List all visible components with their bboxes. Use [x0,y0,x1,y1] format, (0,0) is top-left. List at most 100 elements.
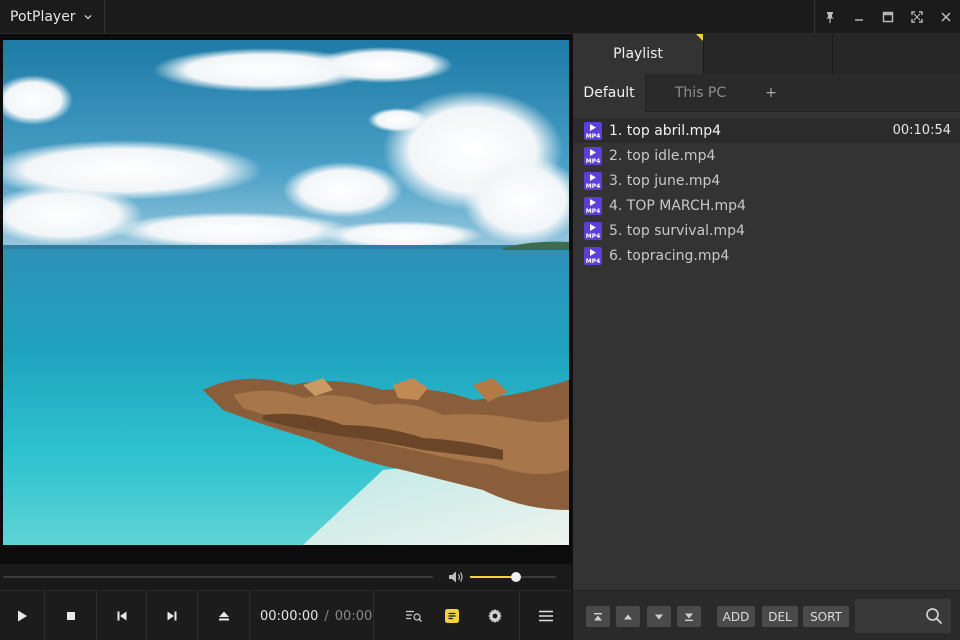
seek-bar[interactable] [3,576,433,578]
time-separator: / [324,608,329,624]
playlist-item-title: 2. top idle.mp4 [609,147,716,164]
playlist-list: MP4 1. top abril.mp4 00:10:54 MP4 2. top idl… [573,118,960,268]
window-controls [814,0,960,34]
control-bar: 00:00:00 / 00:00: [0,590,572,640]
chevron-down-icon [84,15,92,20]
add-button-label: ADD [722,609,750,624]
playlist-item-title: 5. top survival.mp4 [609,222,745,239]
total-time: 00:00: [334,608,374,624]
seek-row [0,564,572,590]
gear-icon [487,609,502,623]
svg-text:MP4: MP4 [586,208,601,215]
playlist-item[interactable]: MP4 1. top abril.mp4 00:10:54 [573,118,960,143]
playlist-item[interactable]: MP4 2. top idle.mp4 [573,143,960,168]
mp4-file-icon: MP4 [584,171,602,190]
arrow-down-icon [655,614,663,619]
tab-2[interactable] [703,34,832,74]
volume-icon[interactable] [448,570,464,584]
hamburger-menu-icon [539,610,553,622]
minimize-button[interactable] [844,0,873,34]
move-up-button[interactable] [616,606,640,627]
subtab-default-label: Default [583,85,635,101]
playlist-icon [445,609,459,623]
sort-button[interactable]: SORT [803,606,849,627]
move-to-bottom-button[interactable] [677,606,701,627]
pin-button[interactable] [815,0,844,34]
volume-slider-fill [470,576,516,578]
maximize-icon [882,11,893,23]
skip-next-icon [167,611,177,621]
svg-text:MP4: MP4 [586,133,601,140]
tab-playlist[interactable]: Playlist [573,34,703,74]
play-button[interactable] [0,591,45,640]
move-down-button[interactable] [647,606,671,627]
fullscreen-button[interactable] [902,0,931,34]
close-button[interactable] [931,0,960,34]
tab-3[interactable] [832,34,960,74]
move-to-top-button[interactable] [586,606,610,627]
pin-icon [825,12,834,23]
playlist-item[interactable]: MP4 4. TOP MARCH.mp4 [573,193,960,218]
playlist-item-title: 3. top june.mp4 [609,172,721,189]
playlist-item[interactable]: MP4 5. top survival.mp4 [573,218,960,243]
volume-slider[interactable] [470,572,556,582]
video-area[interactable] [0,34,572,564]
stop-button[interactable] [45,591,97,640]
playlist-item-title: 6. topracing.mp4 [609,247,730,264]
subtab-this-pc[interactable]: This PC [645,74,755,112]
play-icon [18,610,27,622]
playlist-toggle-button[interactable] [434,591,470,640]
subtab-default[interactable]: Default [573,74,645,112]
skip-previous-icon [117,611,126,621]
add-button[interactable]: ADD [717,606,755,627]
title-bar: PotPlayer [0,0,960,34]
previous-button[interactable] [97,591,147,640]
svg-text:MP4: MP4 [586,233,601,240]
move-top-icon [594,612,602,620]
playlist-item[interactable]: MP4 3. top june.mp4 [573,168,960,193]
volume-slider-handle[interactable] [510,572,521,582]
subtab-this-pc-label: This PC [674,85,727,101]
svg-text:MP4: MP4 [586,258,601,265]
playlist-panel: Playlist Default This PC + MP4 1. top abr… [572,34,960,640]
mp4-file-icon: MP4 [584,146,602,165]
svg-text:MP4: MP4 [586,158,601,165]
fullscreen-icon [910,11,923,23]
mp4-file-icon: MP4 [584,246,602,265]
video-frame [3,40,569,545]
add-playlist-tab-button[interactable]: + [755,74,787,112]
svg-text:MP4: MP4 [586,183,601,190]
app-menu-button[interactable]: PotPlayer [0,0,105,34]
playlist-item-title: 1. top abril.mp4 [609,122,722,139]
eject-icon [218,611,229,621]
arrow-up-icon [624,614,632,619]
add-tab-label: + [765,85,777,101]
main-menu-button[interactable] [520,591,572,640]
maximize-button[interactable] [873,0,902,34]
playlist-subtabs: Default This PC + [573,74,960,112]
panel-tabs: Playlist [573,34,960,74]
mp4-file-icon: MP4 [584,196,602,215]
minimize-icon [854,19,863,21]
mp4-file-icon: MP4 [584,221,602,240]
chapter-search-button[interactable] [394,591,434,640]
time-display: 00:00:00 / 00:00: [250,591,374,640]
video-frame-image [3,40,569,545]
mp4-file-icon: MP4 [584,121,602,140]
search-icon[interactable] [925,607,943,625]
next-button[interactable] [147,591,198,640]
tab-playlist-label: Playlist [613,46,663,62]
settings-button[interactable] [470,591,520,640]
list-search-icon [406,610,422,622]
delete-button[interactable]: DEL [762,606,798,627]
playlist-search [855,599,951,633]
playlist-item-duration: 00:10:54 [892,123,951,138]
current-time: 00:00:00 [260,608,319,624]
eject-button[interactable] [198,591,250,640]
playlist-toolbar: ADD DEL SORT [573,590,960,640]
app-title: PotPlayer [10,9,76,25]
playlist-item-title: 4. TOP MARCH.mp4 [609,197,746,214]
playlist-search-input[interactable] [861,607,921,625]
playlist-item[interactable]: MP4 6. topracing.mp4 [573,243,960,268]
sort-button-label: SORT [810,609,842,624]
